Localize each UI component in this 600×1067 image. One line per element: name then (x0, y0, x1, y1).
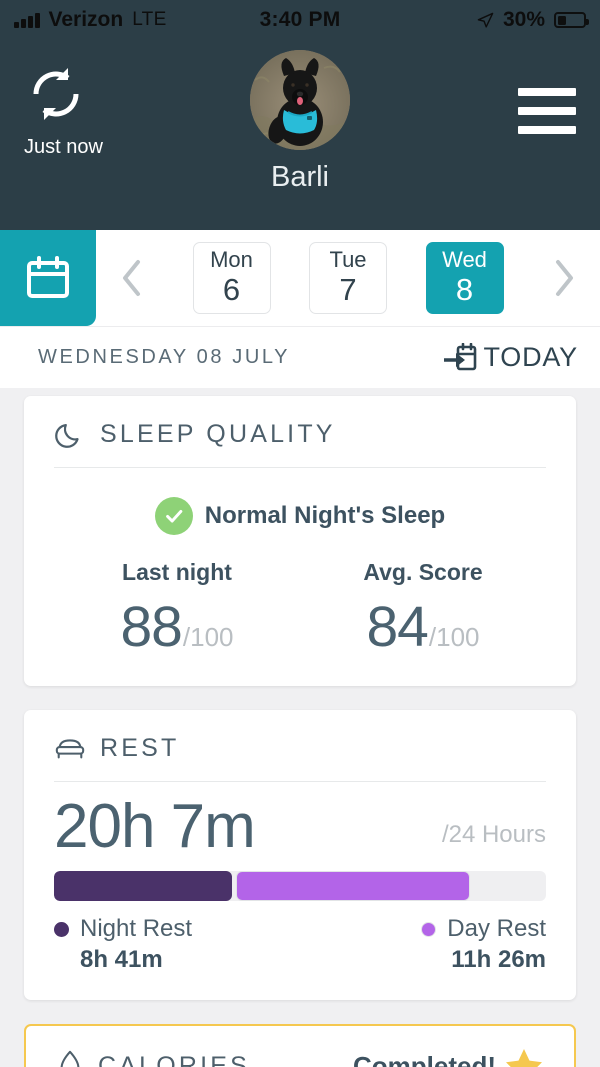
day-weekday-label: Tue (329, 247, 367, 273)
legend-dot-day-icon (421, 921, 437, 937)
legend-day-rest: Day Rest 11h 26m (421, 915, 546, 974)
rest-bar-segment-day (236, 871, 471, 902)
legend-label: Night Rest (80, 915, 193, 943)
metric-value: 84 (366, 595, 428, 659)
rest-bar-segment-night (54, 871, 233, 902)
sofa-icon (54, 732, 86, 764)
next-day-button[interactable] (542, 256, 586, 300)
day-weekday-label: Mon (210, 247, 253, 273)
calories-status-label: Completed! (353, 1050, 496, 1067)
day-weekday-label: Wed (442, 247, 487, 273)
prev-day-button[interactable] (110, 256, 154, 300)
metric-unit: /100 (182, 622, 234, 652)
legend-label: Day Rest (447, 915, 546, 943)
star-icon (504, 1046, 544, 1067)
hamburger-menu-icon[interactable] (518, 88, 576, 134)
day-button-tue[interactable]: Tue 7 (309, 242, 387, 314)
status-bar-right: 30% (340, 8, 590, 32)
dashboard-scroll-area[interactable]: SLEEP QUALITY Normal Night's Sleep Last … (0, 388, 600, 1067)
metric-label: Last night (122, 559, 232, 585)
divider (54, 781, 546, 782)
metric-last-night: Last night 88 /100 (54, 559, 300, 660)
app-screen: Verizon LTE 3:40 PM 30% Just now Barli M… (0, 0, 600, 1067)
calendar-picker-button[interactable] (0, 230, 96, 326)
carrier-label: Verizon (48, 8, 124, 31)
rest-total-unit: /24 Hours (441, 821, 546, 849)
rest-card-title: REST (100, 733, 180, 762)
jump-to-today-calendar-icon (444, 342, 477, 370)
date-strip: Mon 6 Tue 7 Wed 8 (0, 230, 600, 326)
chevron-left-icon (123, 260, 140, 296)
location-arrow-icon (477, 12, 494, 28)
day-number-label: 8 (455, 272, 474, 308)
check-circle-icon (154, 497, 193, 535)
legend-value: 11h 26m (451, 946, 546, 974)
battery-icon (554, 12, 590, 28)
day-button-wed-selected[interactable]: Wed 8 (425, 242, 504, 314)
legend-night-rest: Night Rest 8h 41m (54, 915, 192, 974)
pet-profile[interactable]: Barli (0, 50, 600, 194)
metric-label: Avg. Score (363, 559, 483, 585)
metric-unit: /100 (428, 622, 480, 652)
day-number-label: 6 (222, 272, 241, 308)
flame-icon (56, 1049, 84, 1067)
day-number-label: 7 (339, 272, 357, 308)
pet-avatar-photo (250, 50, 350, 150)
network-type-label: LTE (132, 9, 167, 30)
sleep-card-header: SLEEP QUALITY (54, 418, 546, 450)
app-header: Just now Barli (0, 40, 600, 230)
rest-card-header: REST (54, 732, 546, 764)
rest-card[interactable]: REST 20h 7m /24 Hours Night Rest 8h 41m (24, 710, 576, 1001)
sleep-quality-card[interactable]: SLEEP QUALITY Normal Night's Sleep Last … (24, 396, 576, 686)
clock-label: 3:40 PM (259, 8, 341, 31)
divider (54, 467, 546, 468)
legend-value: 8h 41m (80, 946, 163, 974)
metric-value: 88 (120, 595, 182, 659)
selected-date-row: WEDNESDAY 08 JULY TODAY (0, 326, 600, 388)
selected-date-label: WEDNESDAY 08 JULY (38, 346, 291, 368)
day-button-mon[interactable]: Mon 6 (192, 242, 271, 314)
jump-to-today-button[interactable]: TODAY (443, 342, 578, 373)
pet-name-label: Barli (270, 161, 329, 193)
sleep-metrics: Last night 88 /100 Avg. Score 84 /100 (54, 559, 546, 660)
sleep-status-row: Normal Night's Sleep (54, 497, 546, 535)
battery-percent-label: 30% (502, 8, 546, 31)
rest-total-value: 20h 7m (54, 792, 256, 861)
rest-progress-bar (54, 871, 546, 902)
day-selector: Mon 6 Tue 7 Wed 8 (96, 230, 600, 326)
chevron-right-icon (556, 260, 573, 296)
calories-card[interactable]: CALORIES Completed! (24, 1024, 576, 1067)
signal-bars-icon (14, 12, 40, 28)
calories-card-header: CALORIES Completed! (56, 1046, 544, 1067)
calories-card-title: CALORIES (98, 1051, 251, 1067)
moon-icon (54, 418, 86, 450)
sleep-status-label: Normal Night's Sleep (204, 502, 446, 529)
legend-dot-night-icon (54, 921, 69, 937)
rest-legend: Night Rest 8h 41m Day Rest 11h 26m (54, 915, 546, 974)
calendar-icon (27, 256, 69, 298)
status-bar: Verizon LTE 3:40 PM 30% (0, 0, 600, 40)
jump-to-today-label: TODAY (483, 342, 578, 372)
status-bar-left: Verizon LTE (14, 8, 260, 32)
sleep-card-title: SLEEP QUALITY (100, 419, 336, 448)
metric-avg-score: Avg. Score 84 /100 (300, 559, 546, 660)
rest-total-row: 20h 7m /24 Hours (54, 794, 546, 859)
avatar[interactable] (250, 50, 350, 150)
